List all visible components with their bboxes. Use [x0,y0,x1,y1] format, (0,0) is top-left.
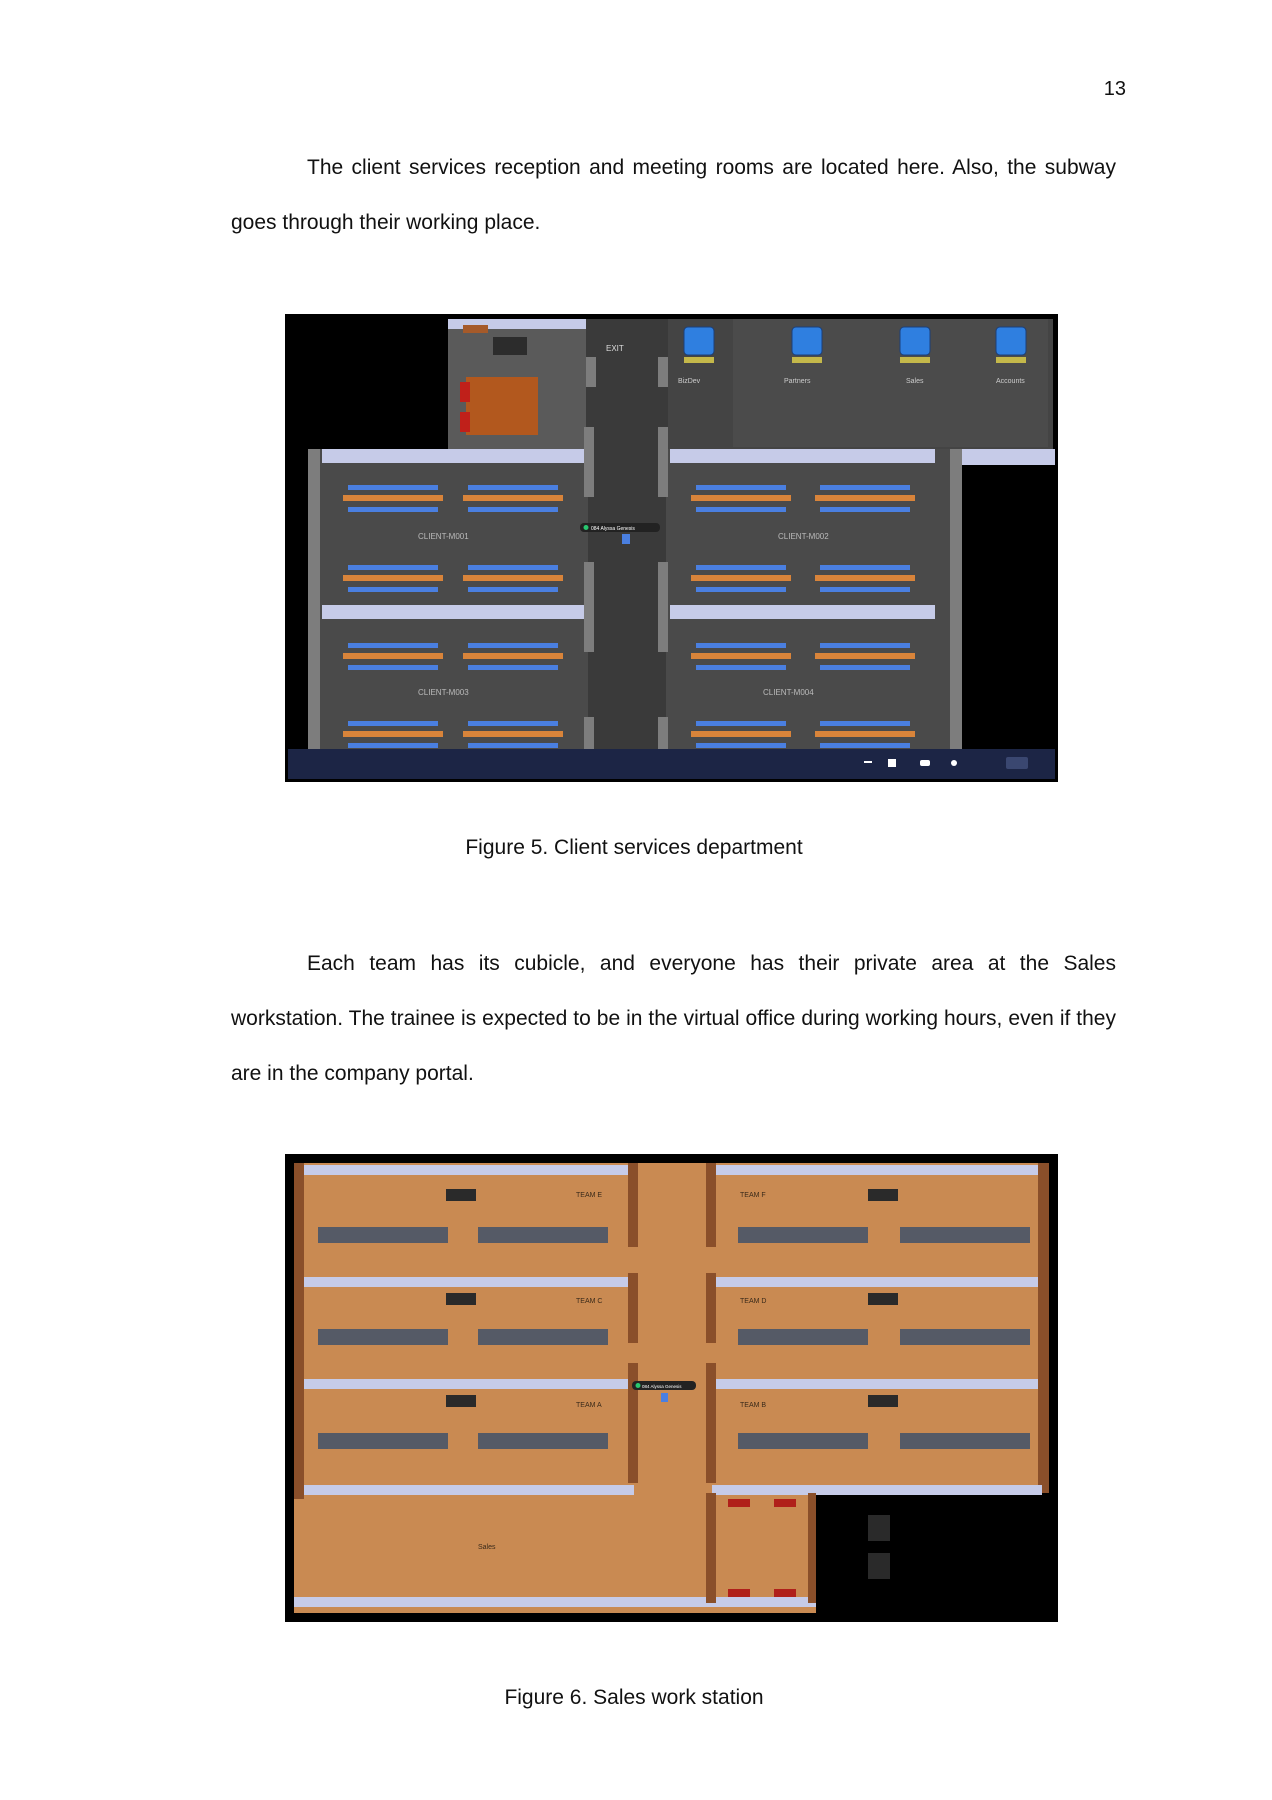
room-label-m002: CLIENT-M002 [778,532,829,541]
team-b-label: TEAM B [740,1402,766,1409]
avatar-icon-2 [661,1393,668,1402]
figure-5-caption: Figure 5. Client services department [465,836,803,859]
calendar-icon [888,759,896,767]
team-d-label: TEAM D [740,1298,766,1305]
team-a-label: TEAM A [576,1402,602,1409]
page-number: 13 [1103,78,1126,100]
leave-button [1006,757,1028,769]
room-label-m004: CLIENT-M004 [763,688,814,697]
people-icon [951,760,957,766]
team-e-label: TEAM E [576,1192,602,1199]
accounts-label: Accounts [996,378,1025,385]
chat-icon [920,760,930,766]
partners-label: Partners [784,378,811,385]
room-label-m003: CLIENT-M003 [418,688,469,697]
figure-6-image: TEAM E TEAM F TEAM C TEAM D TEAM A TEAM … [285,1154,1058,1622]
toolbar [288,749,1055,779]
bizdev-label: BizDev [678,378,701,385]
room-label-m001: CLIENT-M001 [418,532,469,541]
sales-room-label: Sales [906,378,924,385]
avatar-label: 084 Alyssa Genesis [591,526,635,532]
paragraph-1: The client services reception and meetin… [231,156,1116,234]
exit-label: EXIT [606,344,624,353]
figure-5-image: EXIT BizDev Partners Sales Accounts CLIE… [285,314,1058,782]
sales-workstation-map: TEAM E TEAM F TEAM C TEAM D TEAM A TEAM … [288,1157,1055,1619]
avatar-label-2: 084 Alyssa Genesis [642,1384,682,1389]
team-c-label: TEAM C [576,1298,602,1305]
sales-area-label: Sales [478,1544,496,1551]
figure-6-caption: Figure 6. Sales work station [504,1686,764,1709]
paragraph-2: Each team has its cubicle, and everyone … [231,952,1116,1085]
avatar-icon [622,534,630,544]
team-f-label: TEAM F [740,1192,766,1199]
client-services-map: EXIT BizDev Partners Sales Accounts CLIE… [288,317,1055,779]
hammer-icon [864,761,872,763]
